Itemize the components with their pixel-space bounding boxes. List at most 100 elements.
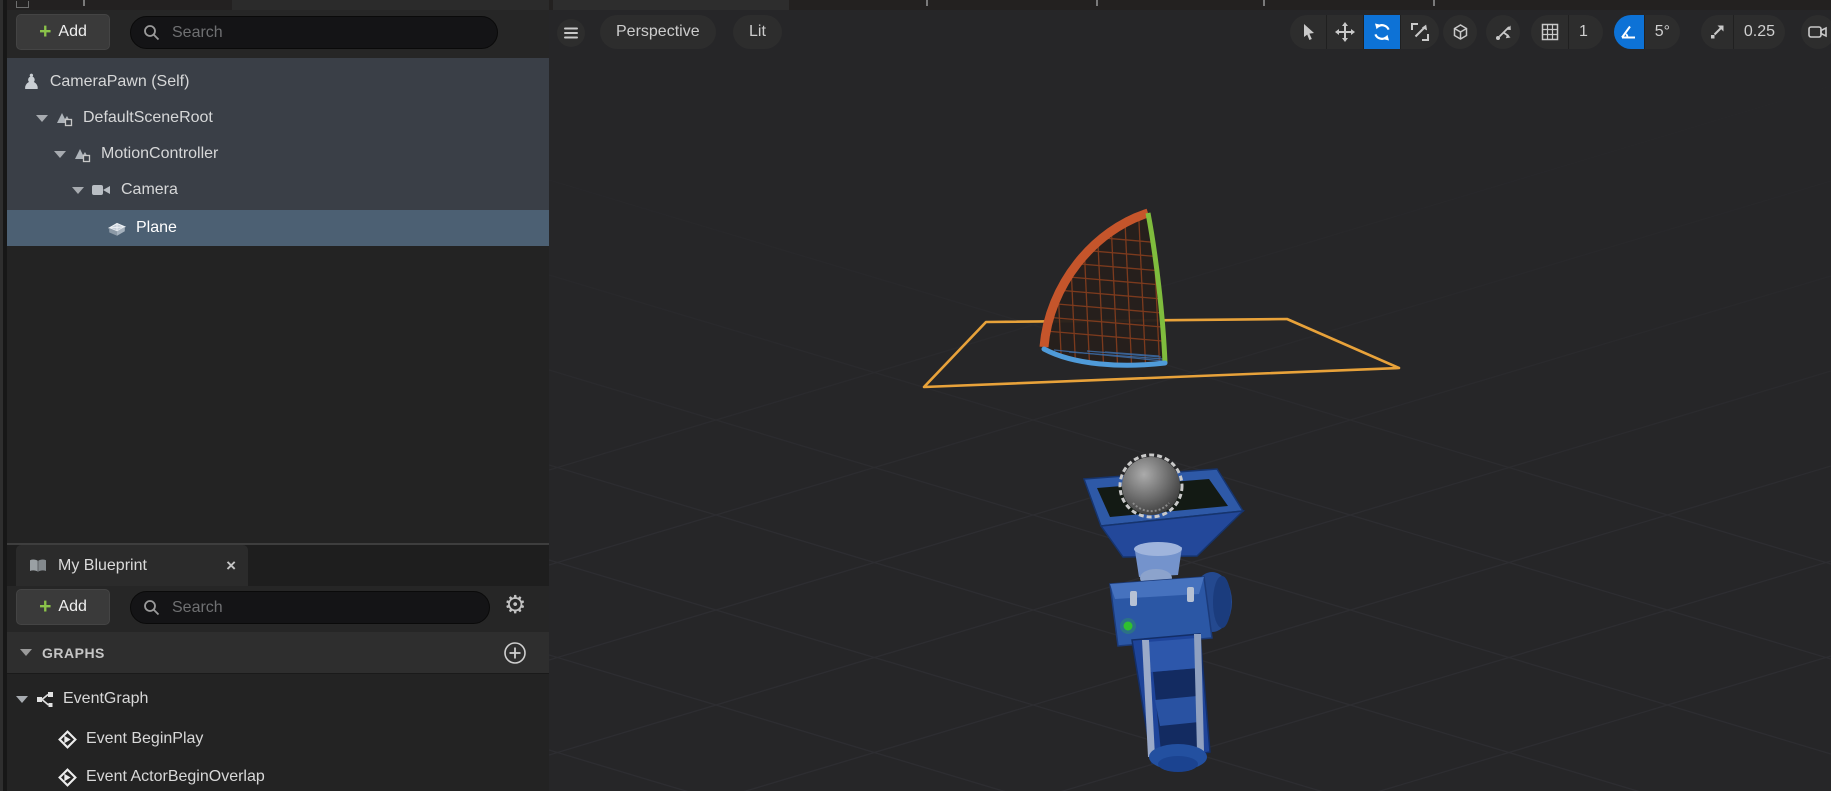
cropped-tab-fragment [1433,0,1435,6]
list-item-event-actorbeginoverlap[interactable]: Event ActorBeginOverlap [0,758,549,791]
scale-snap-value[interactable]: 0.25 [1734,15,1785,49]
book-icon [30,559,46,572]
cropped-tab-strip-segment [232,0,549,10]
perspective-label: Perspective [616,23,700,40]
search-icon [144,600,160,616]
tree-item-label: Plane [136,219,177,236]
plus-icon: + [39,19,52,43]
plus-icon: + [39,594,52,618]
motion-controller-model[interactable] [1082,453,1246,772]
view-mode-dropdown[interactable]: Lit [733,15,782,49]
search-icon [144,25,160,41]
viewport-options-button[interactable] [557,19,585,47]
tracking-volume[interactable] [1034,200,1174,375]
camera-speed-icon [1808,26,1827,38]
tree-item-label: CameraPawn (Self) [49,73,190,90]
components-tree: ♟ CameraPawn (Self) DefaultSceneRoot Mot… [0,58,549,246]
my-blueprint-search-box[interactable] [130,591,490,624]
cropped-tab-fragment [83,0,85,6]
grid-snap-toggle[interactable] [1531,15,1569,49]
chevron-down-icon[interactable] [16,695,28,703]
scene-component-icon [74,146,92,163]
scale-snap-toggle[interactable] [1701,15,1734,49]
rotate-icon [1374,23,1390,41]
lit-label: Lit [749,23,766,40]
hamburger-menu-icon [564,27,578,39]
tracking-sphere [1122,457,1180,515]
rotation-snap-toggle[interactable] [1614,15,1645,49]
level-viewport[interactable]: Perspective Lit 1 5° 0.25 [549,0,1831,791]
surface-snap-icon [1495,25,1511,40]
tree-row-camera[interactable]: Camera [0,172,549,208]
grid-snap-value[interactable]: 1 [1569,15,1598,49]
components-search-input[interactable] [170,22,485,43]
scene-component-icon [56,110,74,127]
cropped-panel-icon [16,1,29,8]
list-item-label: EventGraph [63,690,149,707]
graphs-section-header[interactable]: GRAPHS [0,632,549,674]
list-item-eventgraph[interactable]: EventGraph [0,680,549,718]
cropped-tab-fragment [1263,0,1265,6]
world-gizmo-icon [1453,23,1467,40]
tree-row-camerapawn[interactable]: ♟ CameraPawn (Self) [0,64,549,100]
event-node-icon [58,729,77,749]
add-button-label: Add [58,598,87,615]
cropped-tab-strip [0,0,549,10]
select-tool-button[interactable] [1290,15,1327,49]
perspective-dropdown[interactable]: Perspective [600,15,716,49]
section-label: GRAPHS [42,644,105,661]
components-search-box[interactable] [130,16,498,49]
tab-my-blueprint[interactable]: My Blueprint × [16,545,248,586]
cropped-tab-strip [549,0,1831,10]
my-blueprint-search-input[interactable] [170,597,477,618]
cropped-tab-fragment [1096,0,1098,6]
grid-icon [1541,23,1558,41]
my-blueprint-tabbar: My Blueprint × [0,545,549,586]
close-icon[interactable]: × [226,557,236,574]
event-node-icon [58,767,77,787]
snapping-button[interactable] [1486,15,1520,49]
add-component-button[interactable]: + Add [16,14,110,50]
gear-icon[interactable]: ⚙ [504,592,526,617]
pawn-icon: ♟ [22,69,41,94]
scale-tool-button[interactable] [1401,15,1438,49]
list-item-label: Event ActorBeginOverlap [86,768,265,785]
chevron-down-icon[interactable] [20,649,32,656]
tree-row-motioncontroller[interactable]: MotionController [0,136,549,172]
cropped-tab-fragment [926,0,928,6]
list-item-event-beginplay[interactable]: Event BeginPlay [0,720,549,758]
camera-speed-button[interactable] [1801,15,1831,49]
unreal-blueprint-editor: + Add ♟ CameraPawn (Self) DefaultSceneRo… [0,0,1831,791]
cursor-icon [1303,24,1314,40]
led-indicator [1123,621,1133,631]
angle-icon [1621,25,1636,39]
move-tool-button[interactable] [1327,15,1364,49]
chevron-down-icon[interactable] [54,150,66,158]
tree-row-plane-selected[interactable]: Plane [0,210,549,246]
rotation-snap-value[interactable]: 5° [1645,15,1680,49]
tab-label: My Blueprint [58,556,147,574]
tree-item-label: DefaultSceneRoot [83,109,213,126]
move-icon [1335,22,1355,42]
rotation-snap-group: 5° [1614,15,1680,49]
tree-item-label: Camera [121,181,178,198]
chevron-down-icon[interactable] [72,186,84,194]
transform-tools-group [1290,15,1439,49]
coordinate-system-button[interactable] [1443,15,1477,49]
plane-icon [107,220,127,237]
window-edge-shadow [3,0,7,791]
my-blueprint-list: EventGraph Event BeginPlay Event ActorBe… [0,674,549,791]
rotate-tool-button[interactable] [1364,15,1401,49]
tree-row-defaultsceneroot[interactable]: DefaultSceneRoot [0,100,549,136]
add-button-label: Add [58,23,87,40]
chevron-down-icon[interactable] [36,114,48,122]
my-blueprint-toolbar: + Add ⚙ [0,586,549,632]
cropped-tab-segment [553,0,789,10]
viewport-3d-scene[interactable] [549,0,1831,791]
add-graph-icon[interactable] [503,641,527,665]
list-item-label: Event BeginPlay [86,730,204,747]
add-new-button[interactable]: + Add [16,589,110,625]
diagonal-arrow-icon [1710,25,1724,39]
components-toolbar: + Add [0,10,549,58]
left-dock-panel: + Add ♟ CameraPawn (Self) DefaultSceneRo… [0,0,549,791]
